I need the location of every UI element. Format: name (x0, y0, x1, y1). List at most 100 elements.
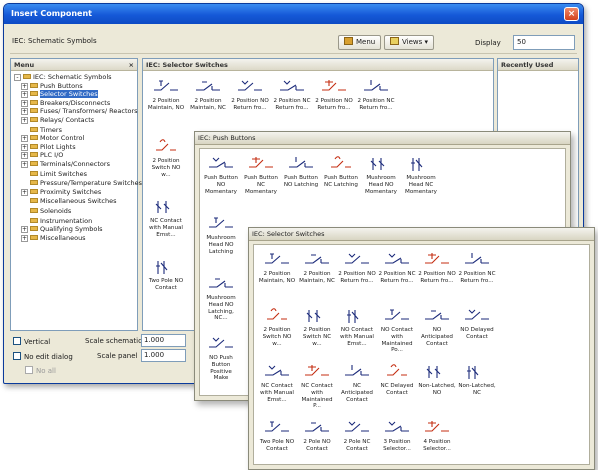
main-symbol-label: 2 Position Maintain, NO (147, 98, 185, 111)
expand-icon[interactable]: + (21, 160, 28, 168)
expand-icon[interactable]: + (21, 108, 28, 116)
selector-switches-header[interactable]: IEC: Selector Switches (249, 228, 594, 241)
tree-item[interactable]: + Proximity Switches (14, 188, 137, 197)
tree-item[interactable]: + Qualifying Symbols (14, 225, 137, 234)
no-all-checkbox[interactable] (25, 366, 33, 374)
selector-symbol-item[interactable]: NC Anticipated Contact (338, 361, 376, 403)
push-button-symbol-item[interactable]: Mushroom Head NO Momentary (362, 153, 400, 195)
tree-item[interactable]: + Fuses/ Transformers/ Reactors (14, 107, 138, 116)
selector-symbol-item[interactable]: 2 Position Maintain, NC (298, 249, 336, 285)
expand-icon[interactable]: + (21, 188, 28, 196)
main-symbol-item[interactable]: 2 Position Switch NO w... (147, 136, 185, 178)
tree-item[interactable]: Solenoids (14, 206, 137, 216)
expand-icon[interactable]: + (21, 91, 28, 99)
selector-symbol-item[interactable]: NC Contact with Maintained P... (298, 361, 336, 410)
tree-item[interactable]: - IEC: Schematic Symbols (14, 73, 137, 82)
expand-icon[interactable]: + (21, 234, 28, 242)
scale-panel-input[interactable]: 1.000 (141, 349, 186, 362)
main-symbol-item[interactable]: Two Pole NO Contact (147, 256, 185, 292)
push-button-symbol-item[interactable]: Push Button NC Latching (322, 153, 360, 189)
tree-item[interactable]: Pressure/Temperature Switches (14, 178, 142, 188)
selector-symbol-item[interactable]: 2 Position NO Return fro... (418, 249, 456, 285)
selector-switches-palette: IEC: Selector Switches 2 Position Mainta… (248, 227, 595, 470)
selector-symbol-item[interactable]: Two Pole NO Contact (258, 417, 296, 453)
expand-icon[interactable]: + (21, 116, 28, 124)
main-symbol-item[interactable]: 2 Position NC Return fro... (357, 76, 395, 112)
main-symbol-label: 2 Position NC Return fro... (273, 98, 311, 111)
selector-symbol-item[interactable]: NO Contact with Maintained Po... (378, 305, 416, 354)
collapse-icon[interactable]: - (14, 74, 21, 81)
selector-symbol-item[interactable]: 2 Pole NC Contact (338, 417, 376, 453)
push-button-symbol-item[interactable]: Push Button NO Momentary (202, 153, 240, 195)
menu-button[interactable]: Menu (338, 35, 382, 50)
selector-symbol-item[interactable]: 2 Position Maintain, NO (258, 249, 296, 285)
no-edit-option[interactable]: No edit dialog (13, 352, 73, 361)
no-all-option[interactable]: No all (25, 366, 56, 375)
selector-symbol-item[interactable]: Non-Latched, NO (418, 361, 456, 397)
tree-item[interactable]: + Motor Control (14, 134, 137, 143)
tree-item[interactable]: + PLC I/O (14, 151, 137, 160)
menu-tree: - IEC: Schematic Symbols + Push Buttons + Sel… (11, 71, 142, 243)
push-button-symbol-item[interactable]: Mushroom Head NO Latching, NC... (202, 273, 240, 322)
expand-icon[interactable]: + (21, 135, 28, 143)
tree-item[interactable]: Miscellaneous Switches (14, 196, 137, 206)
tree-item[interactable]: + Breakers/Disconnects (14, 99, 137, 108)
push-button-symbol-item[interactable]: Push Button NO Latching (282, 153, 320, 189)
no-edit-checkbox[interactable] (13, 352, 21, 360)
tree-item[interactable]: + Miscellaneous (14, 234, 137, 243)
selector-symbol-item[interactable]: NC Contact with Manual Emst... (258, 361, 296, 403)
scale-schematic-input[interactable]: 1.000 (141, 334, 186, 347)
schematic-symbol-icon (147, 136, 185, 158)
folder-icon (30, 170, 38, 176)
selector-symbol-item[interactable]: NO Delayed Contact (458, 305, 496, 341)
selector-symbol-item[interactable]: NO Anticipated Contact (418, 305, 456, 347)
tree-item[interactable]: + Pilot Lights (14, 143, 137, 152)
selector-symbol-item[interactable]: 3 Position Selector... (378, 417, 416, 453)
main-symbol-item[interactable]: 2 Position NO Return fro... (231, 76, 269, 112)
window-titlebar[interactable]: Insert Component × (4, 4, 583, 24)
push-button-symbol-item[interactable]: Push Button NC Momentary (242, 153, 280, 195)
expand-icon[interactable]: + (21, 99, 28, 107)
selector-symbol-item[interactable]: 2 Position Switch NO w... (258, 305, 296, 347)
selector-symbol-item[interactable]: 4 Position Selector... (418, 417, 456, 453)
selector-symbol-item[interactable]: 2 Pole NO Contact (298, 417, 336, 453)
selector-symbol-item[interactable]: NC Delayed Contact (378, 361, 416, 397)
main-symbol-item[interactable]: 2 Position NC Return fro... (273, 76, 311, 112)
selector-symbol-item[interactable]: Non-Latched, NC (458, 361, 496, 397)
vertical-checkbox[interactable] (13, 337, 21, 345)
main-symbol-label: Two Pole NO Contact (148, 278, 184, 291)
tree-item-label: Fuses/ Transformers/ Reactors (40, 107, 138, 116)
display-input[interactable]: 50 (513, 35, 575, 50)
views-button[interactable]: Views ▾ (384, 35, 434, 50)
push-button-symbol-item[interactable]: NO Push Button Positive Make (202, 333, 240, 382)
selector-symbol-item[interactable]: 2 Position NC Return fro... (378, 249, 416, 285)
tree-item[interactable]: Timers (14, 125, 137, 135)
selector-symbol-item[interactable]: NO Contact with Manual Emst... (338, 305, 376, 347)
menu-panel-close-icon[interactable]: × (129, 59, 134, 71)
tree-item-label: Instrumentation (40, 216, 93, 225)
tree-item[interactable]: Instrumentation (14, 216, 137, 226)
schematic-symbol-icon (378, 361, 416, 383)
tree-item[interactable]: + Relays/ Contacts (14, 116, 137, 125)
tree-item[interactable]: + Terminals/Connectors (14, 160, 137, 169)
push-buttons-header[interactable]: IEC: Push Buttons (195, 132, 570, 145)
main-symbol-item[interactable]: 2 Position Maintain, NO (147, 76, 185, 112)
expand-icon[interactable]: + (21, 152, 28, 160)
expand-icon[interactable]: + (21, 143, 28, 151)
main-symbol-item[interactable]: NC Contact with Manual Emst... (147, 196, 185, 238)
push-button-symbol-item[interactable]: Mushroom Head NC Momentary (402, 153, 440, 195)
expand-icon[interactable]: + (21, 82, 28, 90)
push-button-symbol-item[interactable]: Mushroom Head NO Latching (202, 213, 240, 255)
vertical-option[interactable]: Vertical (13, 337, 50, 346)
schematic-symbol-icon (298, 417, 336, 439)
window-close-button[interactable]: × (564, 7, 579, 21)
selector-symbol-item[interactable]: 2 Position Switch NC w... (298, 305, 336, 347)
expand-icon[interactable]: + (21, 226, 28, 234)
selector-symbol-item[interactable]: 2 Position NC Return fro... (458, 249, 496, 285)
main-symbol-item[interactable]: 2 Position Maintain, NC (189, 76, 227, 112)
tree-item[interactable]: + Selector Switches (14, 90, 137, 99)
tree-item[interactable]: + Push Buttons (14, 82, 137, 91)
tree-item[interactable]: Limit Switches (14, 169, 137, 179)
main-symbol-item[interactable]: 2 Position NO Return fro... (315, 76, 353, 112)
selector-symbol-item[interactable]: 2 Position NO Return fro... (338, 249, 376, 285)
